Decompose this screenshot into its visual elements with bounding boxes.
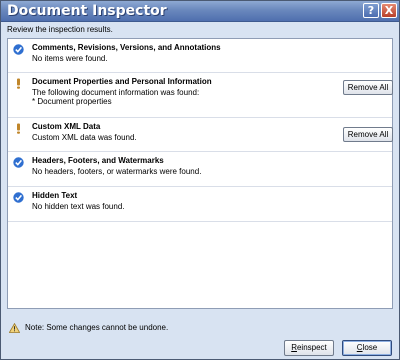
close-button[interactable]: Close bbox=[342, 340, 392, 356]
result-row-hidden-text: Hidden Text No hidden text was found. bbox=[8, 187, 392, 222]
checkmark-icon bbox=[13, 44, 24, 55]
checkmark-icon bbox=[13, 157, 24, 168]
result-description: No items were found. bbox=[32, 54, 108, 63]
close-label: lose bbox=[362, 343, 378, 352]
result-title: Custom XML Data bbox=[32, 122, 101, 131]
result-row-custom-xml: Custom XML Data Custom XML data was foun… bbox=[8, 118, 393, 152]
reinspect-label: einspect bbox=[296, 343, 327, 352]
remove-all-properties-button[interactable]: Remove All bbox=[343, 80, 393, 95]
results-list: Comments, Revisions, Versions, and Annot… bbox=[7, 38, 393, 309]
result-row-headers-footers: Headers, Footers, and Watermarks No head… bbox=[8, 152, 392, 187]
result-detail-item: * Document properties bbox=[32, 97, 112, 106]
result-title: Document Properties and Personal Informa… bbox=[32, 77, 212, 86]
close-window-button[interactable]: X bbox=[381, 3, 397, 18]
instructions-text: Review the inspection results. bbox=[7, 25, 113, 34]
window-title: Document Inspector bbox=[7, 3, 167, 19]
warning-icon bbox=[9, 323, 20, 333]
result-description: The following document information was f… bbox=[32, 88, 200, 97]
document-inspector-dialog: Document Inspector ? X Review the inspec… bbox=[0, 0, 400, 360]
result-description: No headers, footers, or watermarks were … bbox=[32, 167, 202, 176]
exclamation-icon bbox=[17, 123, 20, 134]
result-row-document-properties: Document Properties and Personal Informa… bbox=[8, 73, 393, 118]
exclamation-icon bbox=[17, 78, 20, 89]
result-title: Comments, Revisions, Versions, and Annot… bbox=[32, 43, 221, 52]
checkmark-icon bbox=[13, 192, 24, 203]
remove-all-xml-button[interactable]: Remove All bbox=[343, 127, 393, 142]
undo-warning-note: Note: Some changes cannot be undone. bbox=[25, 323, 169, 332]
help-button[interactable]: ? bbox=[363, 3, 379, 18]
result-title: Headers, Footers, and Watermarks bbox=[32, 156, 164, 165]
reinspect-button[interactable]: Reinspect bbox=[284, 340, 334, 356]
result-description: No hidden text was found. bbox=[32, 202, 125, 211]
result-row-comments: Comments, Revisions, Versions, and Annot… bbox=[8, 39, 392, 73]
title-bar[interactable]: Document Inspector ? X bbox=[1, 1, 399, 22]
result-description: Custom XML data was found. bbox=[32, 133, 137, 142]
result-title: Hidden Text bbox=[32, 191, 78, 200]
